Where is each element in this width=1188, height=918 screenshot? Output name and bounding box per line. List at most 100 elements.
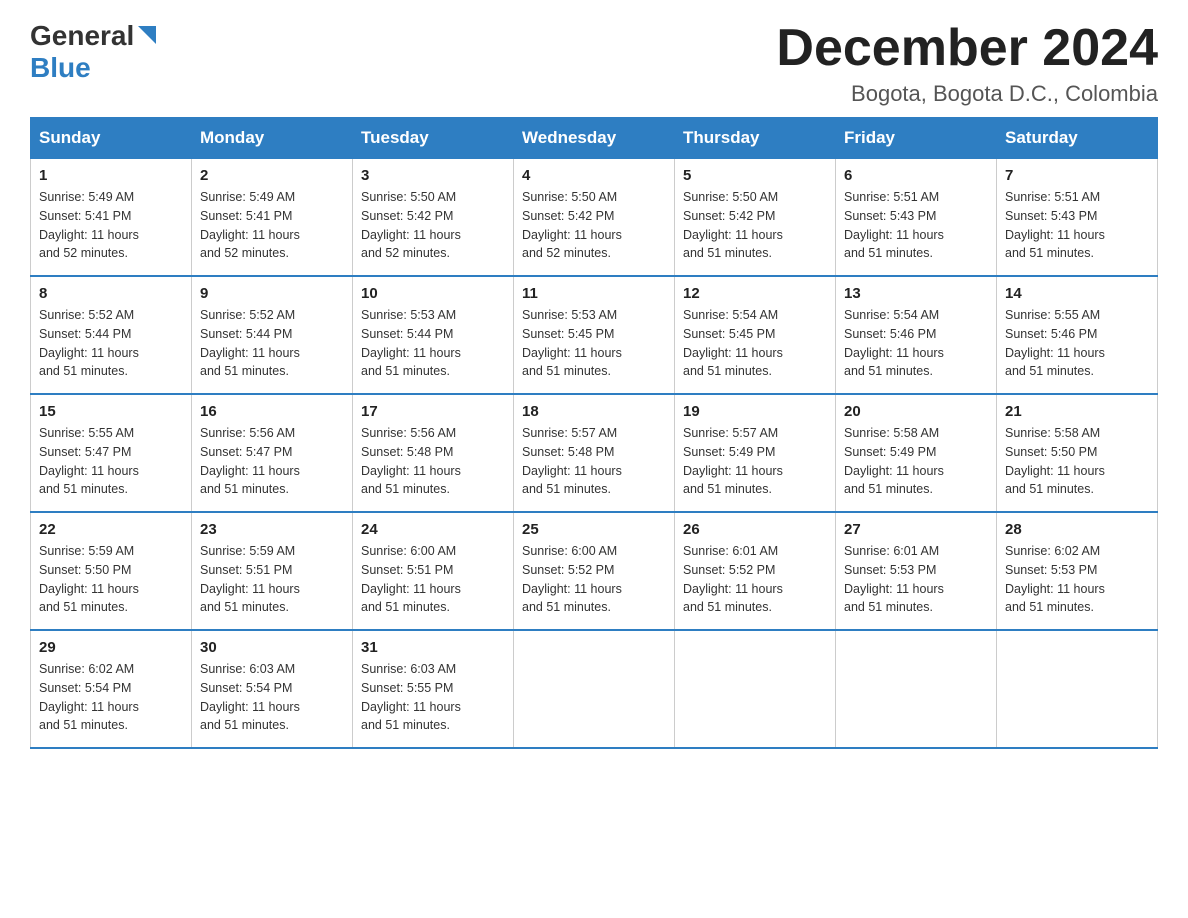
location-subtitle: Bogota, Bogota D.C., Colombia: [776, 81, 1158, 107]
day-number: 14: [1005, 285, 1149, 302]
col-friday: Friday: [836, 118, 997, 159]
calendar-cell: 20 Sunrise: 5:58 AMSunset: 5:49 PMDaylig…: [836, 394, 997, 512]
month-title: December 2024: [776, 20, 1158, 77]
day-detail: Sunrise: 5:49 AMSunset: 5:41 PMDaylight:…: [39, 190, 139, 260]
day-detail: Sunrise: 5:50 AMSunset: 5:42 PMDaylight:…: [683, 190, 783, 260]
day-detail: Sunrise: 6:00 AMSunset: 5:52 PMDaylight:…: [522, 544, 622, 614]
calendar-cell: [675, 630, 836, 748]
day-number: 23: [200, 521, 344, 538]
day-detail: Sunrise: 5:59 AMSunset: 5:50 PMDaylight:…: [39, 544, 139, 614]
calendar-cell: 30 Sunrise: 6:03 AMSunset: 5:54 PMDaylig…: [192, 630, 353, 748]
day-number: 24: [361, 521, 505, 538]
calendar-cell: 19 Sunrise: 5:57 AMSunset: 5:49 PMDaylig…: [675, 394, 836, 512]
col-monday: Monday: [192, 118, 353, 159]
calendar-cell: 21 Sunrise: 5:58 AMSunset: 5:50 PMDaylig…: [997, 394, 1158, 512]
day-detail: Sunrise: 5:52 AMSunset: 5:44 PMDaylight:…: [39, 308, 139, 378]
calendar-cell: 24 Sunrise: 6:00 AMSunset: 5:51 PMDaylig…: [353, 512, 514, 630]
calendar-cell: 14 Sunrise: 5:55 AMSunset: 5:46 PMDaylig…: [997, 276, 1158, 394]
calendar-header-row: Sunday Monday Tuesday Wednesday Thursday…: [31, 118, 1158, 159]
day-number: 4: [522, 167, 666, 184]
calendar-cell: 5 Sunrise: 5:50 AMSunset: 5:42 PMDayligh…: [675, 159, 836, 277]
calendar-cell: 31 Sunrise: 6:03 AMSunset: 5:55 PMDaylig…: [353, 630, 514, 748]
day-number: 11: [522, 285, 666, 302]
col-wednesday: Wednesday: [514, 118, 675, 159]
calendar-cell: 29 Sunrise: 6:02 AMSunset: 5:54 PMDaylig…: [31, 630, 192, 748]
calendar-cell: 10 Sunrise: 5:53 AMSunset: 5:44 PMDaylig…: [353, 276, 514, 394]
calendar-cell: 6 Sunrise: 5:51 AMSunset: 5:43 PMDayligh…: [836, 159, 997, 277]
day-number: 13: [844, 285, 988, 302]
col-tuesday: Tuesday: [353, 118, 514, 159]
day-number: 16: [200, 403, 344, 420]
col-thursday: Thursday: [675, 118, 836, 159]
calendar-cell: 25 Sunrise: 6:00 AMSunset: 5:52 PMDaylig…: [514, 512, 675, 630]
day-detail: Sunrise: 5:58 AMSunset: 5:49 PMDaylight:…: [844, 426, 944, 496]
week-row-5: 29 Sunrise: 6:02 AMSunset: 5:54 PMDaylig…: [31, 630, 1158, 748]
day-number: 18: [522, 403, 666, 420]
day-number: 27: [844, 521, 988, 538]
day-number: 9: [200, 285, 344, 302]
calendar-cell: 15 Sunrise: 5:55 AMSunset: 5:47 PMDaylig…: [31, 394, 192, 512]
calendar-cell: 7 Sunrise: 5:51 AMSunset: 5:43 PMDayligh…: [997, 159, 1158, 277]
day-detail: Sunrise: 6:01 AMSunset: 5:52 PMDaylight:…: [683, 544, 783, 614]
week-row-1: 1 Sunrise: 5:49 AMSunset: 5:41 PMDayligh…: [31, 159, 1158, 277]
day-detail: Sunrise: 5:53 AMSunset: 5:45 PMDaylight:…: [522, 308, 622, 378]
day-detail: Sunrise: 6:03 AMSunset: 5:54 PMDaylight:…: [200, 662, 300, 732]
day-number: 29: [39, 639, 183, 656]
calendar-cell: 4 Sunrise: 5:50 AMSunset: 5:42 PMDayligh…: [514, 159, 675, 277]
calendar-cell: 1 Sunrise: 5:49 AMSunset: 5:41 PMDayligh…: [31, 159, 192, 277]
calendar-cell: 13 Sunrise: 5:54 AMSunset: 5:46 PMDaylig…: [836, 276, 997, 394]
calendar-cell: 27 Sunrise: 6:01 AMSunset: 5:53 PMDaylig…: [836, 512, 997, 630]
day-number: 8: [39, 285, 183, 302]
day-detail: Sunrise: 6:01 AMSunset: 5:53 PMDaylight:…: [844, 544, 944, 614]
day-detail: Sunrise: 5:56 AMSunset: 5:48 PMDaylight:…: [361, 426, 461, 496]
logo: General Blue: [30, 20, 156, 84]
calendar-cell: [997, 630, 1158, 748]
logo-triangle-icon: [138, 26, 156, 49]
day-detail: Sunrise: 5:57 AMSunset: 5:49 PMDaylight:…: [683, 426, 783, 496]
calendar-cell: 8 Sunrise: 5:52 AMSunset: 5:44 PMDayligh…: [31, 276, 192, 394]
calendar-cell: 16 Sunrise: 5:56 AMSunset: 5:47 PMDaylig…: [192, 394, 353, 512]
day-detail: Sunrise: 5:58 AMSunset: 5:50 PMDaylight:…: [1005, 426, 1105, 496]
day-detail: Sunrise: 5:54 AMSunset: 5:45 PMDaylight:…: [683, 308, 783, 378]
day-detail: Sunrise: 5:49 AMSunset: 5:41 PMDaylight:…: [200, 190, 300, 260]
day-detail: Sunrise: 5:50 AMSunset: 5:42 PMDaylight:…: [522, 190, 622, 260]
day-number: 12: [683, 285, 827, 302]
day-number: 30: [200, 639, 344, 656]
day-detail: Sunrise: 5:51 AMSunset: 5:43 PMDaylight:…: [844, 190, 944, 260]
day-number: 19: [683, 403, 827, 420]
calendar-table: Sunday Monday Tuesday Wednesday Thursday…: [30, 117, 1158, 749]
day-number: 7: [1005, 167, 1149, 184]
week-row-4: 22 Sunrise: 5:59 AMSunset: 5:50 PMDaylig…: [31, 512, 1158, 630]
calendar-cell: 22 Sunrise: 5:59 AMSunset: 5:50 PMDaylig…: [31, 512, 192, 630]
day-detail: Sunrise: 5:51 AMSunset: 5:43 PMDaylight:…: [1005, 190, 1105, 260]
day-detail: Sunrise: 6:03 AMSunset: 5:55 PMDaylight:…: [361, 662, 461, 732]
day-number: 1: [39, 167, 183, 184]
logo-blue-text: Blue: [30, 52, 91, 84]
day-number: 5: [683, 167, 827, 184]
calendar-cell: 18 Sunrise: 5:57 AMSunset: 5:48 PMDaylig…: [514, 394, 675, 512]
calendar-cell: 11 Sunrise: 5:53 AMSunset: 5:45 PMDaylig…: [514, 276, 675, 394]
day-number: 17: [361, 403, 505, 420]
day-detail: Sunrise: 5:57 AMSunset: 5:48 PMDaylight:…: [522, 426, 622, 496]
logo-general-text: General: [30, 20, 134, 52]
calendar-cell: [836, 630, 997, 748]
day-detail: Sunrise: 5:56 AMSunset: 5:47 PMDaylight:…: [200, 426, 300, 496]
day-number: 25: [522, 521, 666, 538]
week-row-3: 15 Sunrise: 5:55 AMSunset: 5:47 PMDaylig…: [31, 394, 1158, 512]
day-detail: Sunrise: 5:55 AMSunset: 5:46 PMDaylight:…: [1005, 308, 1105, 378]
day-number: 2: [200, 167, 344, 184]
day-number: 10: [361, 285, 505, 302]
day-detail: Sunrise: 6:00 AMSunset: 5:51 PMDaylight:…: [361, 544, 461, 614]
day-detail: Sunrise: 5:59 AMSunset: 5:51 PMDaylight:…: [200, 544, 300, 614]
day-number: 31: [361, 639, 505, 656]
calendar-cell: 2 Sunrise: 5:49 AMSunset: 5:41 PMDayligh…: [192, 159, 353, 277]
day-number: 3: [361, 167, 505, 184]
day-detail: Sunrise: 5:55 AMSunset: 5:47 PMDaylight:…: [39, 426, 139, 496]
day-detail: Sunrise: 6:02 AMSunset: 5:53 PMDaylight:…: [1005, 544, 1105, 614]
calendar-cell: 3 Sunrise: 5:50 AMSunset: 5:42 PMDayligh…: [353, 159, 514, 277]
col-saturday: Saturday: [997, 118, 1158, 159]
day-number: 26: [683, 521, 827, 538]
day-number: 22: [39, 521, 183, 538]
day-detail: Sunrise: 5:50 AMSunset: 5:42 PMDaylight:…: [361, 190, 461, 260]
day-detail: Sunrise: 5:52 AMSunset: 5:44 PMDaylight:…: [200, 308, 300, 378]
